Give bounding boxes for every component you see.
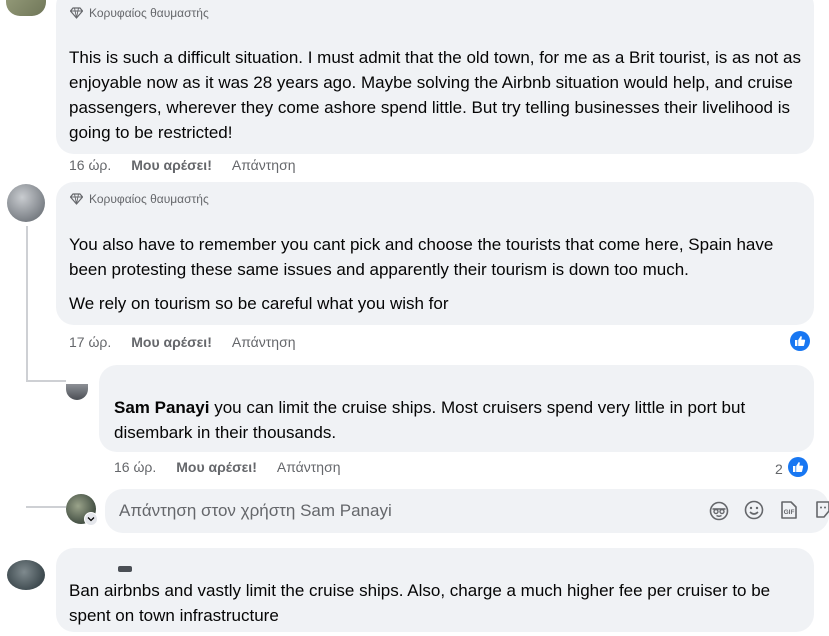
badge-label: Κορυφαίος θαυμαστής [89, 6, 209, 20]
comment-text: This is such a difficult situation. I mu… [69, 48, 801, 142]
commenter-avatar[interactable] [7, 184, 45, 222]
thumbs-up-icon[interactable] [790, 331, 810, 351]
commenter-avatar[interactable] [6, 0, 46, 16]
reply-author-name[interactable]: Sam Panayi [114, 398, 209, 417]
comment-actions: 17 ώρ. Μου αρέσει! Απάντηση [69, 334, 296, 350]
commenter-avatar[interactable] [7, 560, 45, 590]
reply-text: you can limit the cruise ships. Most cru… [114, 398, 746, 442]
reply-timestamp[interactable]: 16 ώρ. [114, 459, 156, 475]
thread-connector [26, 506, 66, 508]
thread-line [26, 226, 28, 381]
reply-button[interactable]: Απάντηση [232, 334, 296, 350]
like-button[interactable]: Μου αρέσει! [131, 157, 212, 173]
comment-timestamp[interactable]: 17 ώρ. [69, 334, 111, 350]
comment-text-line: We rely on tourism so be careful what yo… [69, 294, 449, 313]
comment-timestamp[interactable]: 16 ώρ. [69, 157, 111, 173]
sticker-icon[interactable] [812, 499, 829, 521]
comment-text: Ban airbnbs and vastly limit the cruise … [69, 581, 771, 625]
reply-input[interactable] [105, 500, 681, 522]
reply-text-block: Sam Panayi you can limit the cruise ship… [114, 395, 794, 445]
thread-connector [26, 380, 66, 382]
like-button[interactable]: Μου αρέσει! [131, 334, 212, 350]
reply-button[interactable]: Απάντηση [277, 459, 341, 475]
badge-label: Κορυφαίος θαυμαστής [89, 192, 209, 206]
comment-text: You also have to remember you cant pick … [69, 235, 774, 279]
top-fan-badge: Κορυφαίος θαυμαστής [70, 192, 209, 206]
diamond-icon [70, 193, 83, 205]
diamond-icon [70, 7, 83, 19]
comment-actions: 16 ώρ. Μου αρέσει! Απάντηση [69, 157, 296, 173]
avatar-sticker-icon[interactable] [708, 500, 730, 522]
gif-icon[interactable]: GIF [778, 499, 800, 521]
chevron-down-icon[interactable] [84, 512, 98, 526]
reply-author-avatar[interactable] [66, 384, 88, 400]
author-name-redacted [118, 566, 132, 572]
top-fan-badge: Κορυφαίος θαυμαστής [70, 6, 209, 20]
svg-text:GIF: GIF [784, 509, 795, 516]
reply-actions: 16 ώρ. Μου αρέσει! Απάντηση [114, 459, 341, 475]
emoji-icon[interactable] [743, 499, 765, 521]
like-button[interactable]: Μου αρέσει! [176, 459, 257, 475]
thumbs-up-icon[interactable] [788, 457, 808, 477]
reply-button[interactable]: Απάντηση [232, 157, 296, 173]
reaction-count[interactable]: 2 [775, 461, 783, 477]
